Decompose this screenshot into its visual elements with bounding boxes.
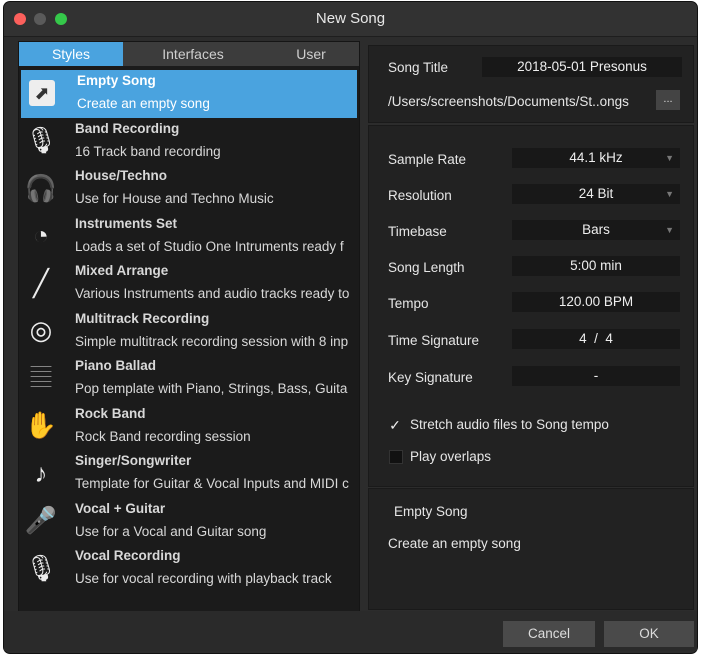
empty-song-icon: ⬈	[29, 80, 55, 106]
resolution-label: Resolution	[388, 188, 452, 203]
template-name: Empty Song	[77, 73, 156, 88]
template-name: Instruments Set	[75, 215, 178, 231]
template-name: Piano Ballad	[75, 358, 157, 373]
template-description: Loads a set of Studio One Intruments rea…	[75, 238, 344, 254]
template-list: ⬈ Empty Song Create an empty song 🎙 Band Rec…	[19, 70, 359, 593]
template-description: Create an empty song	[77, 96, 210, 111]
tab-user[interactable]: User	[263, 42, 359, 66]
stretch-audio-label: Stretch audio files to Song tempo	[410, 417, 609, 432]
music-note-icon: ♪	[34, 457, 48, 488]
dropdown-arrow-icon: ▼	[665, 153, 674, 163]
template-list-item[interactable]: 🎙 Vocal Recording Use for vocal recording …	[19, 545, 359, 593]
cable-icon: ╱	[33, 267, 49, 298]
play-overlaps-label: Play overlaps	[410, 449, 492, 464]
tempo-label: Tempo	[388, 296, 429, 311]
template-name: Rock Band	[75, 405, 146, 421]
browse-path-button[interactable]: ...	[656, 90, 680, 110]
song-path-label: /Users/screenshots/Documents/St..ongs	[388, 94, 629, 109]
template-description: Rock Band recording session	[75, 428, 251, 444]
template-name: House/Techno	[75, 168, 168, 183]
template-description: Use for a Vocal and Guitar song	[75, 523, 267, 539]
song-length-input[interactable]: 5:00 min	[512, 256, 680, 276]
sample-rate-value: 44.1 kHz	[569, 150, 623, 165]
time-signature-label: Time Signature	[388, 333, 480, 348]
song-title-input[interactable]: 2018-05-01 Presonus	[482, 57, 682, 77]
template-list-item[interactable]: 𝄚 Piano Ballad Pop template with Piano, St…	[19, 355, 359, 403]
template-description: Template for Guitar & Vocal Inputs and M…	[75, 476, 349, 491]
window-title: New Song	[315, 10, 386, 27]
song-length-label: Song Length	[388, 260, 465, 275]
template-name: Multitrack Recording	[75, 310, 210, 326]
key-signature-label: Key Signature	[388, 370, 473, 385]
template-description: Use for vocal recording with playback tr…	[75, 571, 332, 586]
template-list-item[interactable]: ✋ Rock Band Rock Band recording session	[19, 403, 359, 451]
template-name: Mixed Arrange	[75, 263, 169, 278]
template-description: Various Instruments and audio tracks rea…	[75, 286, 350, 301]
template-list-item[interactable]: ⬈ Empty Song Create an empty song	[21, 70, 357, 118]
resolution-value: 24 Bit	[578, 186, 614, 201]
template-list-item[interactable]: ╱ Mixed Arrange Various Instruments and au…	[19, 260, 359, 308]
dropdown-arrow-icon: ▼	[665, 225, 674, 235]
disc-icon: ◎	[29, 315, 53, 345]
template-list-item[interactable]: 🎤 Vocal + Guitar Use for a Vocal and Guita…	[19, 498, 359, 546]
timebase-label: Timebase	[388, 224, 447, 239]
template-description: 16 Track band recording	[75, 143, 221, 159]
song-title-label: Song Title	[388, 60, 449, 75]
template-list-item[interactable]: ♪ Singer/Songwriter Template for Guitar & …	[19, 450, 359, 498]
studio-mic-icon: 🎙	[24, 552, 58, 583]
timebase-value: Bars	[582, 222, 610, 237]
ok-button[interactable]: OK	[604, 621, 694, 647]
description-title: Empty Song	[394, 504, 468, 519]
sample-rate-label: Sample Rate	[388, 152, 467, 167]
template-list-item[interactable]: ◔ Instruments Set Loads a set of Studio On…	[19, 213, 359, 261]
resolution-dropdown[interactable]: 24 Bit ▼	[512, 184, 680, 204]
description-text: Create an empty song	[388, 536, 521, 551]
title-bar: New Song	[4, 2, 697, 37]
rock-hand-icon: ✋	[24, 410, 58, 440]
template-name: Band Recording	[75, 120, 180, 136]
template-description: Pop template with Piano, Strings, Bass, …	[75, 381, 348, 396]
timebase-dropdown[interactable]: Bars ▼	[512, 220, 680, 240]
microphone-icon: 🎙	[24, 125, 58, 155]
template-name: Singer/Songwriter	[75, 453, 192, 468]
handheld-mic-icon: 🎤	[24, 505, 58, 535]
template-list-item[interactable]: 🎙 Band Recording 16 Track band recording	[19, 118, 359, 166]
tempo-input[interactable]: 120.00 BPM	[512, 292, 680, 312]
play-overlaps-checkbox[interactable]	[389, 450, 403, 464]
key-signature-dropdown[interactable]: -	[512, 366, 680, 386]
piano-keys-icon: 𝄚	[30, 362, 52, 392]
time-signature-input[interactable]: 4 / 4	[512, 329, 680, 349]
template-description: Use for House and Techno Music	[75, 191, 274, 206]
template-name: Vocal Recording	[75, 548, 181, 563]
template-panel: Styles Interfaces User ⬈ Empty Song Create…	[18, 41, 360, 612]
headphones-icon: 🎧	[24, 172, 58, 203]
template-list-item[interactable]: ◎ Multitrack Recording Simple multitrack r…	[19, 308, 359, 356]
template-name: Vocal + Guitar	[75, 500, 166, 516]
dropdown-arrow-icon: ▼	[665, 189, 674, 199]
tab-styles[interactable]: Styles	[19, 42, 123, 66]
tab-interfaces[interactable]: Interfaces	[123, 42, 263, 66]
template-tabs: Styles Interfaces User	[19, 42, 359, 66]
knob-icon: ◔	[33, 220, 49, 250]
cancel-button[interactable]: Cancel	[503, 621, 595, 647]
template-description: Simple multitrack recording session with…	[75, 333, 349, 349]
template-list-item[interactable]: 🎧 House/Techno Use for House and Techno Mu…	[19, 165, 359, 213]
stretch-audio-checkbox[interactable]: ✓	[388, 418, 402, 432]
sample-rate-dropdown[interactable]: 44.1 kHz ▼	[512, 148, 680, 168]
